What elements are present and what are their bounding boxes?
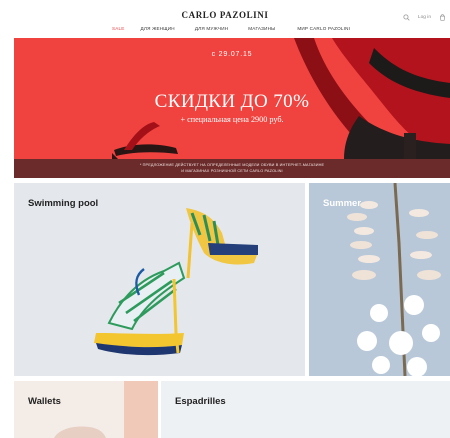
tile-espadrilles[interactable]: Espadrilles: [161, 381, 450, 438]
tile-title: Summer: [323, 198, 362, 209]
wallet-image: [14, 381, 158, 438]
tile-wallets[interactable]: Wallets: [14, 381, 158, 438]
disclaimer-strip: * ПРЕДЛОЖЕНИЕ ДЕЙСТВУЕТ НА ОПРЕДЕЛЕННЫЕ …: [14, 159, 450, 178]
login-link[interactable]: Log in: [418, 15, 431, 20]
site-header: CARLO PAZOLINI SALE ДЛЯ ЖЕНЩИН ДЛЯ МУЖЧИ…: [0, 0, 450, 38]
main-nav: SALE ДЛЯ ЖЕНЩИН ДЛЯ МУЖЧИН МАГАЗИНЫ МИР …: [112, 26, 350, 31]
brand-logo[interactable]: CARLO PAZOLINI: [0, 10, 450, 20]
disclaimer-line: * ПРЕДЛОЖЕНИЕ ДЕЙСТВУЕТ НА ОПРЕДЕЛЕННЫЕ …: [139, 163, 325, 167]
tile-title: Wallets: [28, 396, 61, 407]
sale-headline: СКИДКИ ДО 70%: [154, 91, 310, 112]
cart-icon[interactable]: [439, 14, 446, 21]
sale-banner[interactable]: с 29.07.15 СКИДКИ ДО 70% + специальная ц…: [14, 38, 450, 178]
tile-title: Espadrilles: [175, 396, 226, 407]
tile-swimming-pool[interactable]: Swimming pool: [14, 183, 305, 376]
sandal-image: [94, 208, 258, 356]
nav-item-sale[interactable]: SALE: [112, 26, 125, 31]
tile-summer[interactable]: Summer: [309, 183, 450, 376]
nav-item-women[interactable]: ДЛЯ ЖЕНЩИН: [141, 26, 175, 31]
disclaimer-line: И МАГАЗИНАХ РОЗНИЧНОЙ СЕТИ CARLO PAZOLIN…: [181, 169, 283, 173]
header-utils: Log in: [403, 14, 446, 21]
sale-subline: + специальная цена 2900 руб.: [180, 115, 284, 124]
nav-item-stores[interactable]: МАГАЗИНЫ: [248, 26, 275, 31]
tile-title: Swimming pool: [28, 198, 99, 209]
nav-item-world[interactable]: МИР CARLO PAZOLINI: [297, 26, 350, 31]
sale-date: с 29.07.15: [211, 51, 253, 58]
nav-item-men[interactable]: ДЛЯ МУЖЧИН: [195, 26, 228, 31]
search-icon[interactable]: [403, 14, 410, 21]
flower-image: [309, 183, 450, 376]
